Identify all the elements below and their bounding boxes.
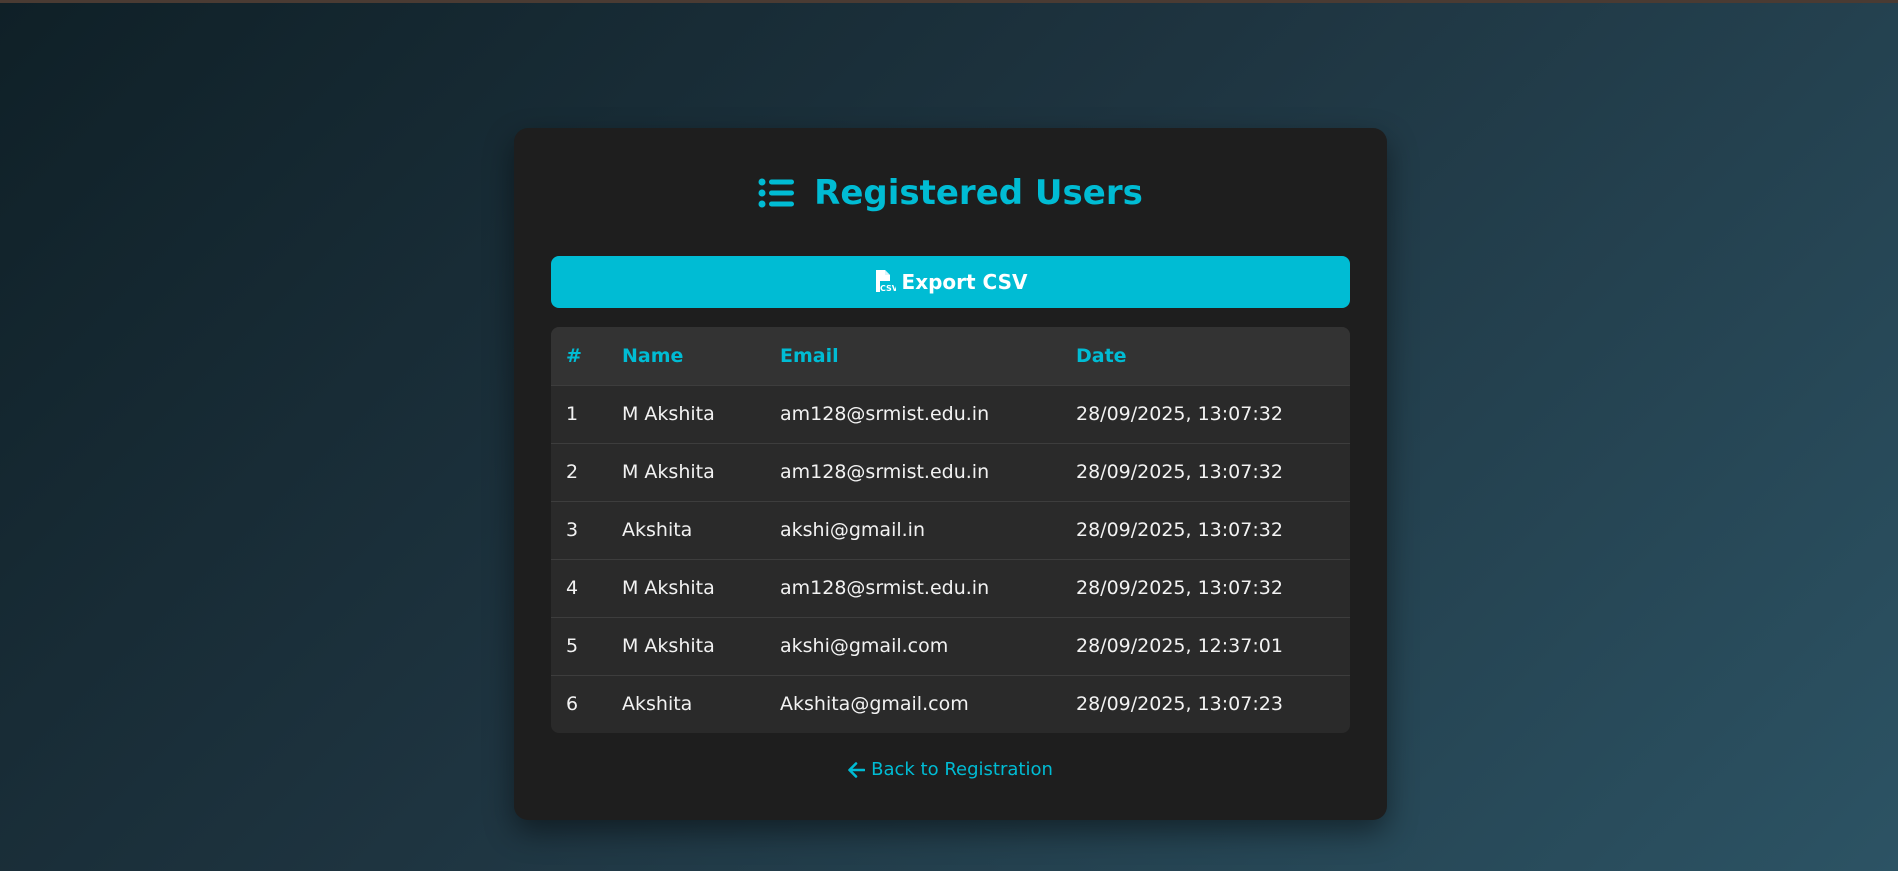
users-card: Registered Users CSV Export CSV # Name E… — [514, 128, 1387, 820]
cell-name: M Akshita — [622, 461, 715, 483]
cell-email: akshi@gmail.com — [780, 635, 949, 657]
cell-date: 28/09/2025, 13:07:23 — [1076, 693, 1283, 716]
users-table-container: # Name Email Date 1 M Akshita am128@srmi… — [551, 327, 1350, 733]
column-header-number: # — [566, 344, 582, 367]
cell-number: 2 — [566, 461, 579, 483]
back-link-label: Back to Registration — [871, 759, 1053, 780]
cell-number: 4 — [566, 577, 579, 599]
users-table: # Name Email Date 1 M Akshita am128@srmi… — [551, 327, 1350, 733]
cell-email: akshi@gmail.in — [780, 519, 925, 541]
cell-name: Akshita — [622, 693, 693, 716]
cell-email: Akshita@gmail.com — [780, 693, 969, 716]
svg-text:CSV: CSV — [880, 284, 896, 293]
table-row: 5 M Akshita akshi@gmail.com 28/09/2025, … — [551, 617, 1350, 675]
cell-number: 6 — [566, 693, 579, 716]
cell-number: 3 — [566, 519, 579, 541]
export-csv-button[interactable]: CSV Export CSV — [551, 256, 1350, 308]
cell-date: 28/09/2025, 13:07:32 — [1076, 577, 1283, 599]
table-row: 2 M Akshita am128@srmist.edu.in 28/09/20… — [551, 443, 1350, 501]
back-to-registration-link[interactable]: Back to Registration — [551, 759, 1350, 780]
cell-date: 28/09/2025, 13:07:32 — [1076, 461, 1283, 483]
cell-number: 1 — [566, 403, 579, 425]
browser-top-strip — [0, 0, 1898, 3]
table-header-row: # Name Email Date — [551, 327, 1350, 385]
column-header-date: Date — [1076, 344, 1127, 367]
column-header-email: Email — [780, 344, 839, 367]
export-csv-label: Export CSV — [901, 270, 1028, 294]
table-row: 6 Akshita Akshita@gmail.com 28/09/2025, … — [551, 675, 1350, 733]
cell-date: 28/09/2025, 13:07:32 — [1076, 519, 1283, 541]
cell-email: am128@srmist.edu.in — [780, 577, 990, 599]
cell-date: 28/09/2025, 13:07:32 — [1076, 403, 1283, 425]
list-icon — [758, 177, 795, 209]
csv-file-icon: CSV — [874, 270, 896, 294]
table-row: 4 M Akshita am128@srmist.edu.in 28/09/20… — [551, 559, 1350, 617]
cell-name: M Akshita — [622, 577, 715, 599]
cell-name: M Akshita — [622, 403, 715, 425]
column-header-name: Name — [622, 344, 684, 367]
page-title: Registered Users — [814, 173, 1143, 213]
cell-number: 5 — [566, 635, 579, 657]
page-header: Registered Users — [551, 128, 1350, 254]
cell-name: Akshita — [622, 519, 693, 541]
cell-date: 28/09/2025, 12:37:01 — [1076, 635, 1283, 657]
cell-email: am128@srmist.edu.in — [780, 461, 990, 483]
table-row: 1 M Akshita am128@srmist.edu.in 28/09/20… — [551, 385, 1350, 443]
arrow-left-icon — [848, 761, 866, 778]
cell-email: am128@srmist.edu.in — [780, 403, 990, 425]
table-row: 3 Akshita akshi@gmail.in 28/09/2025, 13:… — [551, 501, 1350, 559]
cell-name: M Akshita — [622, 635, 715, 657]
